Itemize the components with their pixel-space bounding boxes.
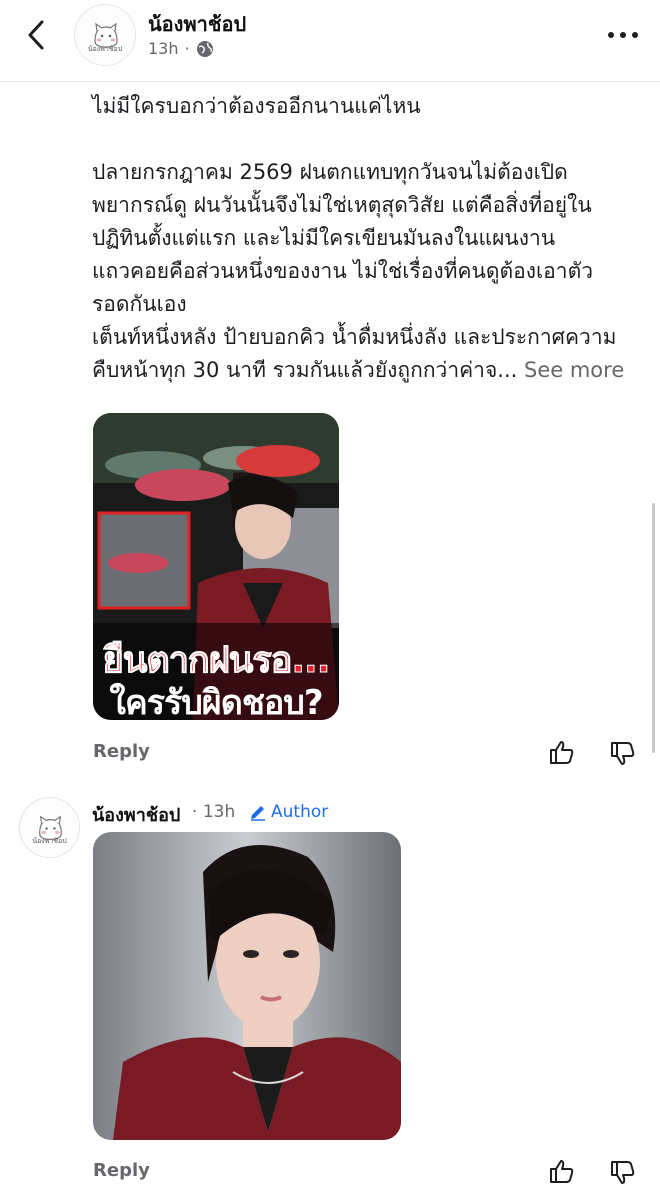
comment-image-graphic (93, 832, 401, 1140)
avatar-caption: น้องพาช้อป (87, 45, 123, 53)
comment-time: 13h (202, 802, 236, 822)
post-header: น้องพาช้อป น้องพาช้อป 13h · (0, 0, 660, 82)
more-dots-icon[interactable] (608, 26, 638, 44)
comment-image[interactable] (93, 832, 401, 1140)
author-badge: Author (249, 802, 328, 822)
see-more-link[interactable]: See more (524, 358, 624, 382)
post-paragraph: ไม่มีใครบอกว่าต้องรออีกนานแค่ไหน (92, 94, 421, 118)
meta-separator: · (192, 802, 198, 822)
post-image[interactable]: ยืนตากฝนรอ... ใครรับผิดชอบ? (93, 413, 339, 720)
thumbs-down-icon[interactable] (610, 741, 636, 767)
cat-logo-icon (76, 6, 135, 65)
image-subheadline: ใครรับผิดชอบ? (109, 683, 323, 720)
thumbs-up-icon[interactable] (549, 1158, 575, 1184)
avatar-caption: น้องพาช้อป (32, 837, 67, 845)
meta-separator: · (184, 39, 190, 58)
thumbs-down-icon[interactable] (610, 1160, 636, 1186)
thumbs-up-icon[interactable] (549, 739, 575, 765)
post-time: 13h (148, 39, 179, 58)
globe-icon (196, 40, 213, 57)
cat-logo-icon (20, 798, 79, 857)
post-meta: 13h · (148, 39, 214, 58)
scrollbar[interactable] (652, 503, 655, 753)
post-paragraph: ปลายกรกฎาคม 2569 ฝนตกแทบทุกวันจนไม่ต้องเ… (92, 160, 592, 250)
comment-reply-button[interactable]: Reply (93, 1160, 150, 1181)
chevron-left-icon[interactable] (22, 18, 52, 52)
reply-button[interactable]: Reply (93, 741, 150, 762)
author-badge-label: Author (271, 802, 329, 822)
post-text: ไม่มีใครบอกว่าต้องรออีกนานแค่ไหน ปลายกรก… (92, 90, 652, 387)
page-name[interactable]: น้องพาช้อป (148, 8, 246, 40)
comment-avatar[interactable]: น้องพาช้อป (19, 797, 80, 858)
comment-meta: · 13h (192, 802, 235, 822)
comment-author[interactable]: น้องพาช้อป (92, 800, 180, 829)
page-avatar[interactable]: น้องพาช้อป (74, 4, 136, 66)
pencil-icon (251, 806, 265, 821)
